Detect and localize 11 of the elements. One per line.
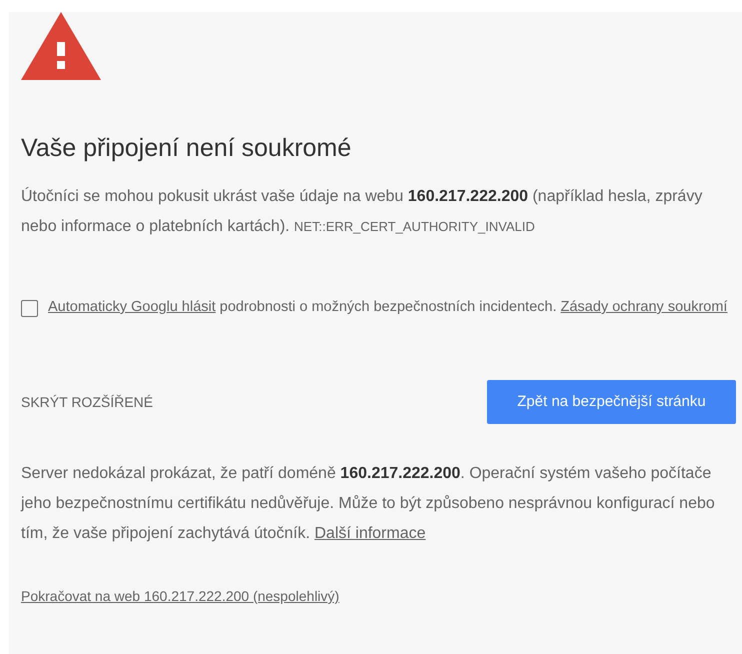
back-to-safety-button[interactable]: Zpět na bezpečnější stránku bbox=[487, 380, 736, 424]
inline-link[interactable]: Zásady ochrany soukromí bbox=[560, 299, 728, 315]
hide-advanced-link[interactable]: SKRÝT ROZŠÍŘENÉ bbox=[21, 392, 153, 412]
inline-link[interactable]: Automaticky Googlu hlásit bbox=[48, 299, 216, 315]
proceed-link[interactable]: Pokračovat na web 160.217.222.200 (nespolehlivý) bbox=[21, 586, 340, 607]
page-heading: Vaše připojení není soukromé bbox=[21, 133, 352, 164]
details-text: Server nedokázal prokázat, že patří doméně 160.217.222.200. Operační systém vašeho počítače jeho bezpečnostnímu certifikátu nedůvěřuje. Může to být způsobeno nesprávnou konfigurací nebo tím, že vaše připojení zachytává útočník. Další informace bbox=[21, 464, 716, 544]
checkbox[interactable] bbox=[21, 300, 38, 317]
error-description: Útočníci se mohou pokusit ukrást vaše údaje na webu 160.217.222.200 (například hesla, zprávy nebo informace o platebních kartách). NET::ERR_CERT_AUTHORITY_INVALID bbox=[21, 186, 704, 237]
inline-link[interactable]: Další informace bbox=[314, 525, 426, 542]
report-consent-text: Automaticky Googlu hlásit podrobnosti o možných bezpečnostních incidentech. Zásady ochrany soukromí bbox=[48, 298, 728, 317]
